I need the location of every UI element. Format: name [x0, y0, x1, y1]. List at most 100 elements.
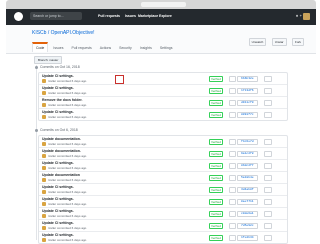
tab-code[interactable]: Code	[32, 42, 49, 52]
author-avatar[interactable]	[42, 238, 46, 242]
commit-message-link[interactable]: Update CI settings.	[42, 86, 74, 90]
verified-badge[interactable]: Verified	[209, 112, 224, 118]
commit-message-link[interactable]: Update CI settings.	[42, 185, 74, 189]
nav-issues[interactable]: Issues	[125, 14, 136, 18]
author-avatar[interactable]	[42, 142, 46, 146]
verified-badge[interactable]: Verified	[209, 163, 224, 169]
copy-sha-icon[interactable]	[229, 163, 236, 169]
commit-message-link[interactable]: Remove the docs folder.	[42, 98, 82, 102]
copy-sha-icon[interactable]	[229, 235, 236, 241]
commit-sha-link[interactable]: d911cf0	[237, 100, 258, 106]
browse-files-icon[interactable]	[264, 223, 272, 229]
copy-sha-icon[interactable]	[229, 100, 236, 106]
copy-sha-icon[interactable]	[229, 112, 236, 118]
copy-sha-icon[interactable]	[229, 199, 236, 205]
tab-actions[interactable]: Actions	[97, 44, 114, 52]
verified-badge[interactable]: Verified	[209, 151, 224, 157]
commit-sha-link[interactable]: 1fe2b34	[237, 235, 258, 241]
nav-pull-requests[interactable]: Pull requests	[98, 14, 120, 18]
avatar[interactable]	[303, 13, 310, 20]
address-bar[interactable]	[141, 2, 186, 7]
browse-files-icon[interactable]	[264, 88, 272, 94]
copy-sha-icon[interactable]	[229, 175, 236, 181]
tab-insights[interactable]: Insights	[137, 44, 155, 52]
commit-sha-link[interactable]: 7d5e92c	[237, 223, 258, 229]
commit-sha-link[interactable]: 5a18b4e	[237, 175, 258, 181]
commit-message-link[interactable]: Update CI settings.	[42, 110, 74, 114]
browse-files-icon[interactable]	[264, 175, 272, 181]
commit-sha-link[interactable]: 0ae7711	[237, 199, 258, 205]
tab-issues[interactable]: Issues	[50, 44, 66, 52]
verified-badge[interactable]: Verified	[209, 76, 224, 82]
browse-files-icon[interactable]	[264, 235, 272, 241]
repo-title[interactable]: KISCb / OpenAPI.Objective!	[32, 30, 95, 36]
commit-message-link[interactable]: Update CI settings.	[42, 209, 74, 213]
plus-icon[interactable]: +	[300, 13, 302, 18]
verified-badge[interactable]: Verified	[209, 187, 224, 193]
commit-message-link[interactable]: Update documentation.	[42, 149, 81, 153]
browse-files-icon[interactable]	[264, 163, 272, 169]
commit-sha-link[interactable]: 1713df6	[237, 88, 258, 94]
verified-badge[interactable]: Verified	[209, 211, 224, 217]
author-avatar[interactable]	[42, 214, 46, 218]
author-avatar[interactable]	[42, 154, 46, 158]
author-avatar[interactable]	[42, 190, 46, 194]
nav-marketplace[interactable]: Marketplace	[138, 14, 158, 18]
tab-pull-requests[interactable]: Pull requests	[68, 44, 94, 52]
watch-button[interactable]: Unwatch	[248, 38, 267, 46]
branch-selector[interactable]: Branch: master	[34, 56, 63, 64]
github-logo-icon[interactable]	[14, 12, 23, 21]
verified-badge[interactable]: Verified	[209, 235, 224, 241]
author-avatar[interactable]	[42, 226, 46, 230]
copy-sha-icon[interactable]	[229, 211, 236, 217]
commit-sha-link[interactable]: 3d4ab8f	[237, 187, 258, 193]
commit-sha-link[interactable]: 8091f7c	[237, 112, 258, 118]
author-avatar[interactable]	[42, 178, 46, 182]
author-avatar[interactable]	[42, 202, 46, 206]
copy-sha-icon[interactable]	[229, 139, 236, 145]
copy-sha-icon[interactable]	[229, 88, 236, 94]
commit-message-link[interactable]: Update CI settings.	[42, 74, 74, 78]
bell-icon[interactable]: ♦	[296, 13, 298, 18]
tab-security[interactable]: Security	[116, 44, 135, 52]
copy-sha-icon[interactable]	[229, 76, 236, 82]
copy-sha-icon[interactable]	[229, 223, 236, 229]
commit-sha-link[interactable]: 9a1c2f8	[237, 151, 258, 157]
copy-sha-icon[interactable]	[229, 187, 236, 193]
browse-files-icon[interactable]	[264, 199, 272, 205]
verified-badge[interactable]: Verified	[209, 199, 224, 205]
verified-badge[interactable]: Verified	[209, 175, 224, 181]
commit-message-link[interactable]: Update CI settings.	[42, 233, 74, 237]
commit-message-link[interactable]: Update documentation	[42, 173, 80, 177]
verified-badge[interactable]: Verified	[209, 100, 224, 106]
commit-message-link[interactable]: Update documentation.	[42, 137, 81, 141]
fork-button[interactable]: Fork	[292, 38, 304, 46]
browse-files-icon[interactable]	[264, 211, 272, 217]
author-avatar[interactable]	[42, 115, 46, 119]
browse-files-icon[interactable]	[264, 112, 272, 118]
commit-sha-link[interactable]: 6b6b32e	[237, 76, 258, 82]
commit-sha-link[interactable]: c0de6a1	[237, 211, 258, 217]
browse-files-icon[interactable]	[264, 100, 272, 106]
commit-message-link[interactable]: Update CI settings.	[42, 161, 74, 165]
browse-files-icon[interactable]	[264, 139, 272, 145]
browse-files-icon[interactable]	[264, 76, 272, 82]
author-avatar[interactable]	[42, 103, 46, 107]
verified-badge[interactable]: Verified	[209, 223, 224, 229]
author-avatar[interactable]	[42, 79, 46, 83]
verified-badge[interactable]: Verified	[209, 88, 224, 94]
browse-files-icon[interactable]	[264, 151, 272, 157]
tab-settings[interactable]: Settings	[157, 44, 176, 52]
commit-message-link[interactable]: Update CI settings.	[42, 221, 74, 225]
verified-badge[interactable]: Verified	[209, 139, 224, 145]
commit-sha-link[interactable]: 8b0c2f7	[237, 163, 258, 169]
author-avatar[interactable]	[42, 91, 46, 95]
commit-message-link[interactable]: Update CI settings.	[42, 197, 74, 201]
nav-explore[interactable]: Explore	[159, 14, 172, 18]
commit-sha-link[interactable]: f4c6e7d	[237, 139, 258, 145]
browse-files-icon[interactable]	[264, 187, 272, 193]
author-avatar[interactable]	[42, 166, 46, 170]
copy-sha-icon[interactable]	[229, 151, 236, 157]
search-input[interactable]: Search or jump to...	[30, 12, 82, 20]
star-button[interactable]: Unstar	[271, 38, 287, 46]
